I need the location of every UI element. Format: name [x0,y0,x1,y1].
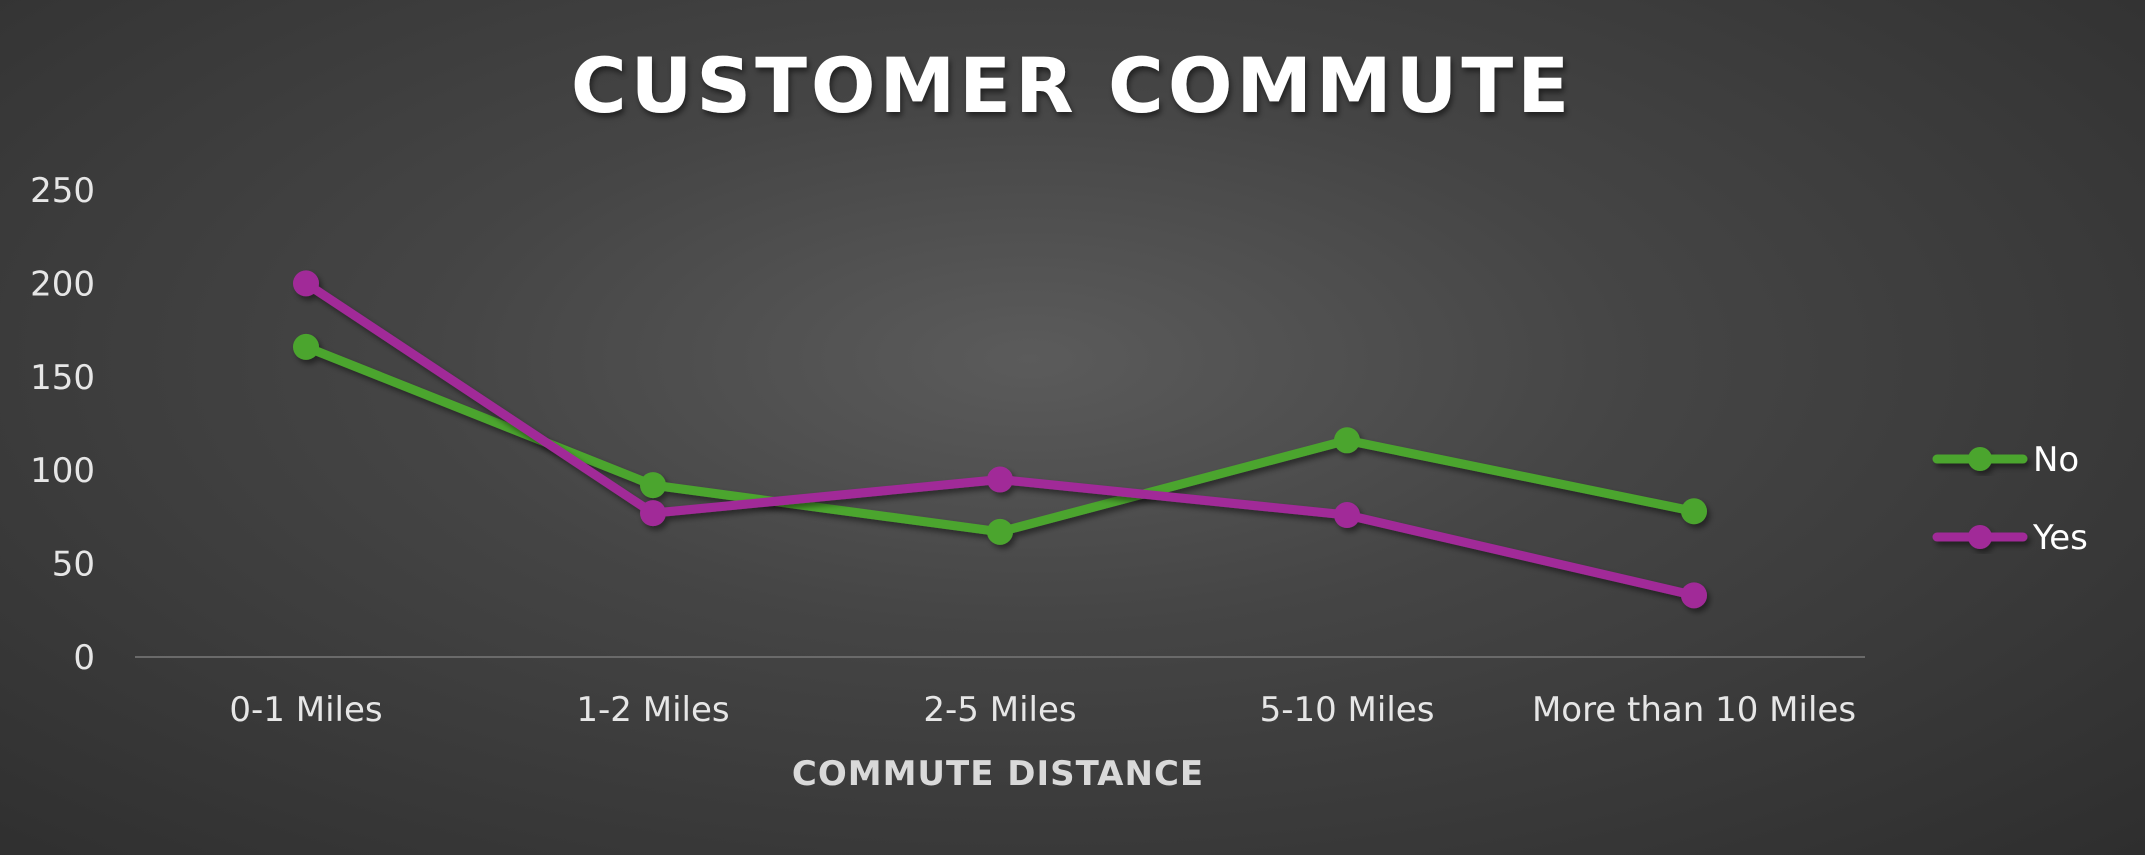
legend-item-yes [1932,525,2028,549]
y-tick-label: 100 [30,451,95,491]
data-point [640,472,666,499]
data-point [293,270,319,297]
y-tick-label: 250 [30,171,95,211]
data-point [1334,502,1360,529]
legend-label: Yes [2032,518,2088,558]
y-tick-label: 50 [52,545,95,585]
x-tick-label: 5-10 Miles [1260,690,1435,730]
legend: No Yes [1932,440,2088,558]
y-tick-label: 150 [30,358,95,398]
y-tick-label: 0 [73,638,95,678]
x-tick-label: 0-1 Miles [229,690,382,730]
line-chart: CUSTOMER COMMUTE 0 50 100 150 200 250 0-1 Mil… [30,41,2088,794]
y-axis-ticks: 0 50 100 150 200 250 [30,171,95,678]
series-line [301,342,1699,537]
data-point [987,518,1013,545]
legend-label: No [2033,440,2079,480]
data-point [1681,498,1707,525]
chart-title: CUSTOMER COMMUTE [571,41,1573,130]
chart-container: CUSTOMER COMMUTE 0 50 100 150 200 250 0-1 Mil… [0,0,2145,855]
legend-swatch-marker [1968,447,1992,471]
series-yes [293,270,1707,609]
x-tick-label: 1-2 Miles [576,690,729,730]
x-tick-label: 2-5 Miles [923,690,1076,730]
series-no [293,333,1707,545]
data-point [293,333,319,360]
y-tick-label: 200 [30,264,95,304]
x-tick-label: More than 10 Miles [1532,690,1856,730]
x-axis-ticks: 0-1 Miles 1-2 Miles 2-5 Miles 5-10 Miles Mor… [229,690,1856,730]
x-axis-title: COMMUTE DISTANCE [792,754,1204,794]
data-point [1334,427,1360,454]
data-point [1681,582,1707,609]
data-point [640,500,666,527]
data-point [987,466,1013,493]
legend-item-no [1932,447,2028,471]
legend-swatch-marker [1968,525,1992,549]
series-line [301,278,1699,600]
series-layer [293,270,1707,609]
